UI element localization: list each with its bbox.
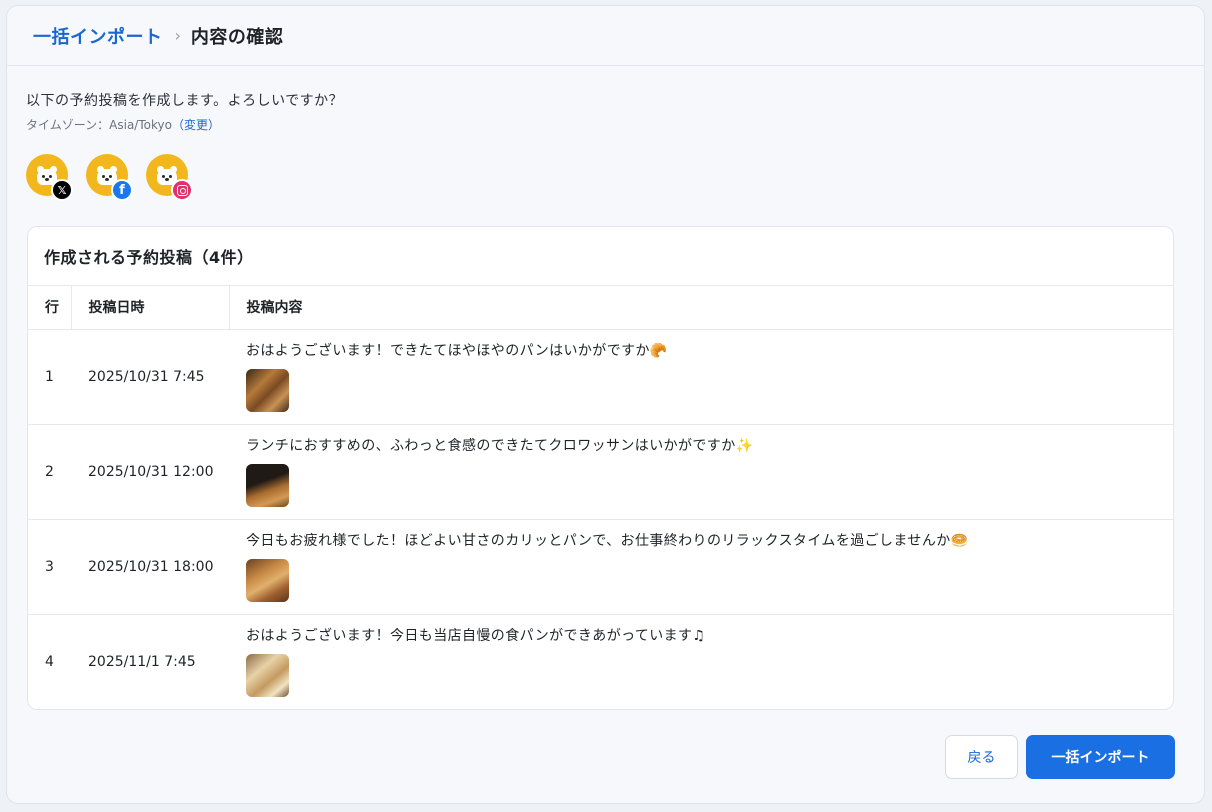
post-text: 今日もお疲れ様でした！ほどよい甘さのカリッとパンで、お仕事終わりのリラックスタイ… (246, 532, 969, 549)
table-row: 3 2025/10/31 18:00 今日もお疲れ様でした！ほどよい甘さのカリッ… (28, 519, 1173, 615)
account-list: 𝕏 f (26, 154, 193, 201)
post-text: おはようございます！できたてほやほやのパンはいかがですか🥐 (246, 342, 668, 359)
post-datetime: 2025/11/1 7:45 (88, 653, 196, 670)
account-facebook: f (86, 154, 133, 201)
column-header-row-number: 行 (28, 286, 71, 330)
column-header-datetime: 投稿日時 (70, 286, 229, 330)
row-number: 1 (28, 329, 71, 425)
table-row: 1 2025/10/31 7:45 おはようございます！できたてほやほやのパンは… (28, 329, 1173, 425)
scheduled-posts-card: 作成される予約投稿（4件） 行 投稿日時 投稿内容 1 2025/10/31 7… (27, 226, 1174, 710)
back-button[interactable]: 戻る (945, 735, 1018, 779)
scheduled-posts-title: 作成される予約投稿（4件） (28, 227, 1173, 286)
post-text: ランチにおすすめの、ふわっと食感のできたてクロワッサンはいかがですか✨ (246, 437, 754, 454)
account-x: 𝕏 (26, 154, 73, 201)
column-header-content: 投稿内容 (228, 286, 1173, 330)
table-row: 2 2025/10/31 12:00 ランチにおすすめの、ふわっと食感のできたて… (28, 424, 1173, 520)
post-text: おはようございます！今日も当店自慢の食パンができあがっています♫ (246, 627, 706, 644)
post-content: おはようございます！今日も当店自慢の食パンができあがっています♫ (229, 614, 1173, 709)
post-datetime: 2025/10/31 18:00 (71, 519, 229, 615)
post-content: ランチにおすすめの、ふわっと食感のできたてクロワッサンはいかがですか✨ (229, 424, 1173, 520)
row-number: 3 (28, 519, 71, 615)
post-content: おはようございます！できたてほやほやのパンはいかがですか🥐 (229, 329, 1173, 425)
row-number: 4 (45, 653, 54, 670)
scheduled-posts-table: 行 投稿日時 投稿内容 1 2025/10/31 7:45 おはようございます！… (28, 286, 1173, 709)
bulk-import-button[interactable]: 一括インポート (1026, 735, 1175, 779)
post-image-thumbnail (246, 558, 289, 602)
table-header-row: 行 投稿日時 投稿内容 (28, 286, 1173, 330)
breadcrumb: 一括インポート › 内容の確認 (7, 6, 1204, 66)
timezone-change-link[interactable]: （変更） (172, 118, 220, 132)
post-image-thumbnail (246, 463, 289, 507)
chevron-right-icon: › (174, 26, 181, 45)
post-content: 今日もお疲れ様でした！ほどよい甘さのカリッとパンで、お仕事終わりのリラックスタイ… (229, 519, 1173, 615)
post-image-thumbnail (246, 653, 289, 697)
table-row: 4 2025/11/1 7:45 おはようございます！今日も当店自慢の食パンがで… (28, 614, 1173, 709)
timezone-label: タイムゾーン：Asia/Tokyo (26, 118, 172, 132)
account-instagram (146, 154, 193, 201)
row-number: 2 (28, 424, 71, 520)
confirm-question: 以下の予約投稿を作成します。よろしいですか？ (26, 93, 344, 109)
facebook-logo-icon: f (111, 179, 133, 201)
post-datetime: 2025/10/31 7:45 (71, 329, 229, 425)
instagram-logo-icon (171, 179, 193, 201)
x-logo-icon: 𝕏 (51, 179, 73, 201)
timezone-info: タイムゾーン：Asia/Tokyo（変更） (26, 116, 220, 133)
breadcrumb-parent-link[interactable]: 一括インポート (33, 23, 163, 49)
post-datetime: 2025/10/31 12:00 (71, 424, 229, 520)
post-image-thumbnail (246, 368, 289, 412)
page-title: 内容の確認 (190, 26, 284, 48)
